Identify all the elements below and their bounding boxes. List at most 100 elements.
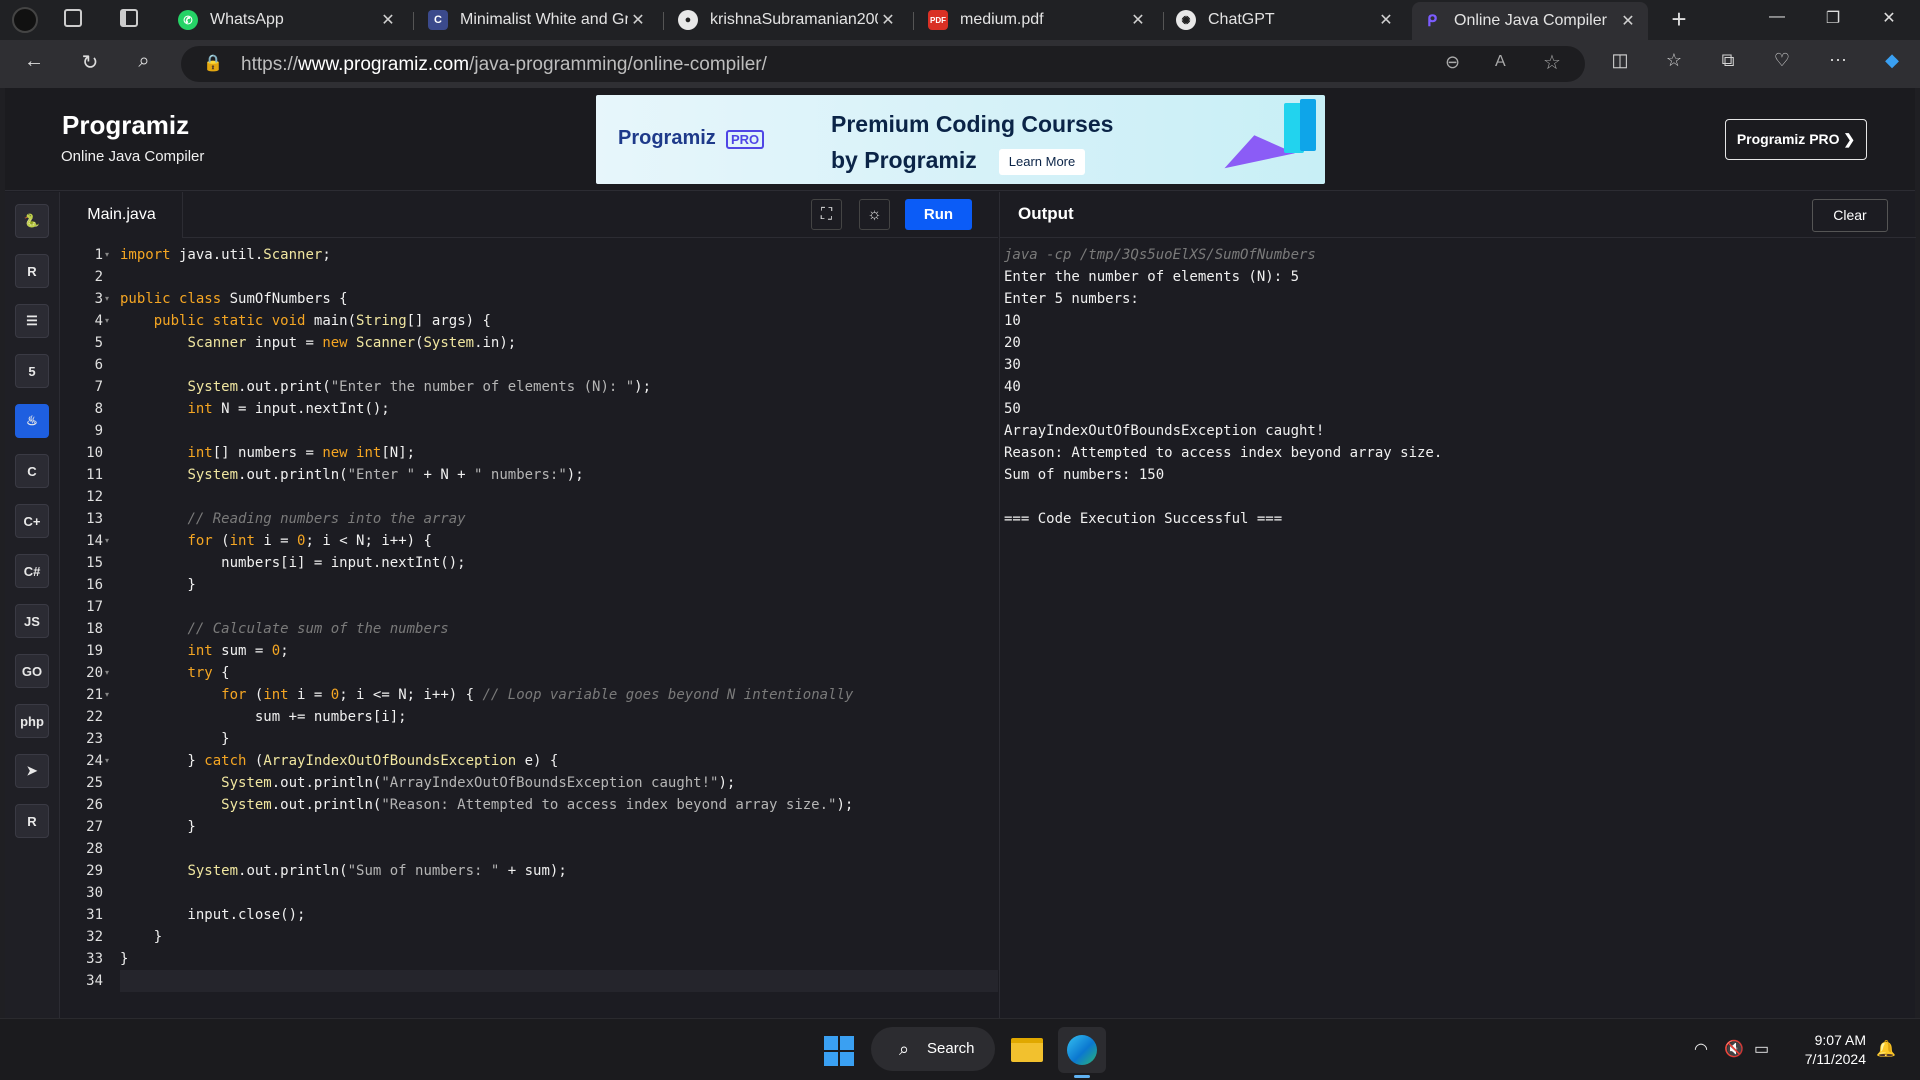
promo-banner[interactable]: Programiz PRO Premium Coding Courses by … (596, 95, 1325, 184)
favorites-icon[interactable]: ☆ (1658, 50, 1690, 78)
close-icon[interactable]: ✕ (1618, 11, 1638, 31)
programiz-pro-button[interactable]: Programiz PRO ❯ (1725, 119, 1867, 160)
lang-rust-button[interactable]: R (15, 804, 49, 838)
code-line[interactable]: import java.util.Scanner; (120, 244, 331, 266)
url-text[interactable]: https://www.programiz.com/java-programmi… (241, 54, 767, 76)
code-line[interactable]: for (int i = 0; i < N; i++) { (120, 530, 431, 552)
split-screen-icon[interactable]: ◫ (1604, 50, 1636, 78)
collections-icon[interactable]: ⧉ (1712, 50, 1744, 78)
fold-toggle-icon[interactable]: ▾ (105, 684, 115, 706)
notifications-bell-icon[interactable]: 🔔 (1876, 1039, 1896, 1059)
learn-more-button[interactable]: Learn More (999, 149, 1085, 175)
lang-cpp-button[interactable]: C+ (15, 504, 49, 538)
volume-muted-icon[interactable]: 🔇 (1724, 1039, 1744, 1059)
code-line[interactable]: System.out.println("Reason: Attempted to… (120, 794, 853, 816)
code-line[interactable]: for (int i = 0; i <= N; i++) { // Loop v… (120, 684, 853, 706)
fold-toggle-icon[interactable]: ▾ (105, 750, 115, 772)
lang-r-button[interactable]: R (15, 254, 49, 288)
code-line[interactable]: } (120, 816, 195, 838)
code-line[interactable]: try { (120, 662, 229, 684)
close-icon[interactable]: ✕ (628, 10, 648, 30)
wifi-icon[interactable]: ◠ (1694, 1039, 1708, 1059)
clear-button[interactable]: Clear (1812, 199, 1888, 232)
profile-avatar[interactable] (12, 7, 38, 33)
close-icon[interactable]: ✕ (1376, 10, 1396, 30)
close-icon[interactable]: ✕ (378, 10, 398, 30)
code-line[interactable]: } (120, 574, 195, 596)
close-icon[interactable]: ✕ (1128, 10, 1148, 30)
back-button[interactable]: ← (18, 50, 50, 78)
code-line[interactable]: public class SumOfNumbers { (120, 288, 348, 310)
file-tab-main-java[interactable]: Main.java (61, 192, 183, 238)
browser-essentials-icon[interactable]: ♡ (1766, 50, 1798, 78)
fold-toggle-icon[interactable]: ▾ (105, 530, 115, 552)
fold-toggle-icon[interactable]: ▾ (105, 662, 115, 684)
lock-icon[interactable]: 🔒 (203, 53, 223, 73)
code-line[interactable]: int[] numbers = new int[N]; (120, 442, 415, 464)
lang-php-button[interactable]: php (15, 704, 49, 738)
lang-c-button[interactable]: C (15, 454, 49, 488)
lang-python-button[interactable]: 🐍 (15, 204, 49, 238)
code-line[interactable]: } (120, 728, 229, 750)
fold-toggle-icon[interactable]: ▾ (105, 244, 115, 266)
tab-chatgpt[interactable]: ✺ ChatGPT ✕ (1166, 4, 1406, 36)
tab-medium-pdf[interactable]: PDF medium.pdf ✕ (918, 4, 1158, 36)
url-host: www.programiz.com (298, 54, 470, 75)
tab-online-java-compiler[interactable]: ᑭ Online Java Compiler ✕ (1412, 2, 1648, 40)
code-line[interactable]: Scanner input = new Scanner(System.in); (120, 332, 516, 354)
lang-go-button[interactable]: GO (15, 654, 49, 688)
code-line[interactable]: System.out.println("Enter " + N + " numb… (120, 464, 583, 486)
theme-toggle-button[interactable]: ☼ (859, 199, 890, 230)
tab-actions-icon[interactable] (120, 9, 138, 27)
minimize-button[interactable]: — (1754, 8, 1800, 32)
code-line[interactable]: System.out.println("Sum of numbers: " + … (120, 860, 566, 882)
code-line[interactable]: numbers[i] = input.nextInt(); (120, 552, 465, 574)
reload-button[interactable]: ↻ (74, 50, 106, 78)
read-aloud-icon[interactable]: A (1495, 53, 1506, 71)
address-bar[interactable]: 🔒 https://www.programiz.com/java-program… (181, 46, 1585, 82)
code-line[interactable]: } (120, 926, 162, 948)
fullscreen-button[interactable]: ⛶ (811, 199, 842, 230)
lang-csharp-button[interactable]: C# (15, 554, 49, 588)
tab-minimalist[interactable]: C Minimalist White and Gre ✕ (418, 4, 658, 36)
lang-swift-button[interactable]: ➤ (15, 754, 49, 788)
code-line[interactable]: sum += numbers[i]; (120, 706, 407, 728)
tab-whatsapp[interactable]: ✆ WhatsApp ✕ (168, 4, 408, 36)
code-line[interactable]: } catch (ArrayIndexOutOfBoundsException … (120, 750, 558, 772)
code-line[interactable]: System.out.println("ArrayIndexOutOfBound… (120, 772, 735, 794)
code-line[interactable]: // Calculate sum of the numbers (120, 618, 448, 640)
code-line[interactable]: public static void main(String[] args) { (120, 310, 491, 332)
lang-javascript-button[interactable]: JS (15, 604, 49, 638)
lang-sql-button[interactable]: ☰ (15, 304, 49, 338)
windows-start-icon[interactable] (824, 1036, 854, 1066)
code-line[interactable]: input.close(); (120, 904, 305, 926)
more-menu-icon[interactable]: ⋯ (1822, 50, 1854, 78)
taskbar-search[interactable]: ⌕ Search (871, 1027, 995, 1071)
search-icon[interactable]: ⌕ (128, 50, 160, 78)
code-line[interactable]: } (120, 948, 128, 970)
file-explorer-icon[interactable] (1003, 1027, 1051, 1073)
new-tab-button[interactable]: + (1664, 4, 1694, 34)
favorite-star-icon[interactable]: ☆ (1543, 50, 1561, 75)
code-line[interactable]: System.out.print("Enter the number of el… (120, 376, 651, 398)
restore-button[interactable]: ❐ (1810, 8, 1856, 32)
tab-github[interactable]: ● krishnaSubramanian2004 ✕ (668, 4, 908, 36)
code-line[interactable]: // Reading numbers into the array (120, 508, 465, 530)
system-clock[interactable]: 9:07 AM 7/11/2024 (1790, 1031, 1866, 1069)
battery-icon[interactable]: ▭ (1754, 1039, 1769, 1059)
edge-browser-icon[interactable] (1058, 1027, 1106, 1073)
code-line[interactable]: int N = input.nextInt(); (120, 398, 389, 420)
close-icon[interactable]: ✕ (878, 10, 898, 30)
zoom-icon[interactable]: ⊖ (1445, 52, 1460, 73)
run-button[interactable]: Run (905, 199, 972, 230)
fold-toggle-icon[interactable]: ▾ (105, 310, 115, 332)
workspaces-icon[interactable] (64, 9, 82, 27)
close-window-button[interactable]: ✕ (1866, 8, 1912, 32)
programiz-logo[interactable]: Programiz (62, 110, 189, 141)
code-line[interactable] (120, 970, 998, 992)
copilot-icon[interactable]: ◆ (1876, 50, 1908, 78)
fold-toggle-icon[interactable]: ▾ (105, 288, 115, 310)
lang-html-button[interactable]: 5 (15, 354, 49, 388)
code-line[interactable]: int sum = 0; (120, 640, 288, 662)
lang-java-button[interactable]: ♨ (15, 404, 49, 438)
